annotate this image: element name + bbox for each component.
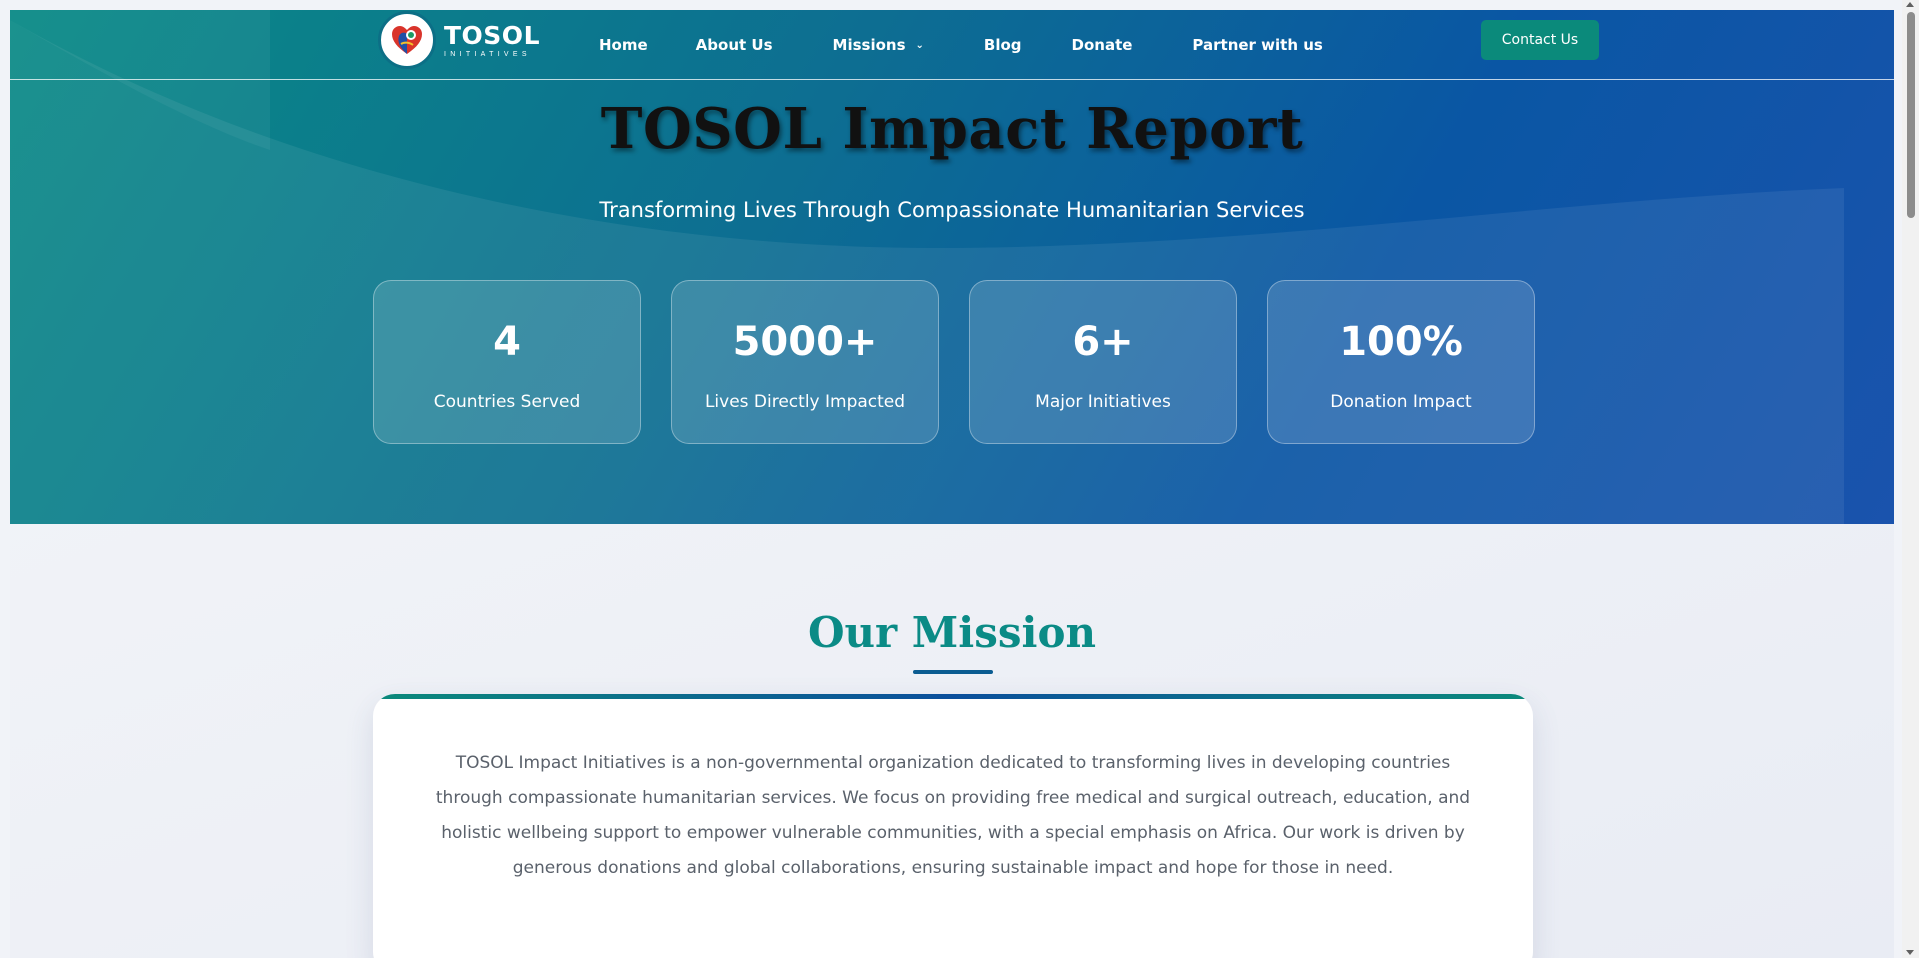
stat-value: 100% <box>1339 319 1463 365</box>
stat-label: Major Initiatives <box>1035 392 1171 412</box>
nav-missions[interactable]: Missions ⌄ <box>833 36 924 54</box>
nav-missions-label: Missions <box>832 36 906 54</box>
hero-decorative-curve <box>10 10 1844 524</box>
nav-partner[interactable]: Partner with us <box>1192 36 1322 54</box>
mission-title-underline <box>913 670 993 674</box>
mission-line: through compassionate humanitarian servi… <box>435 788 1471 808</box>
brand-tagline: INITIATIVES <box>444 50 531 58</box>
top-navigation: TOSOL INITIATIVES Home About Us Missions… <box>10 10 1894 80</box>
nav-about[interactable]: About Us <box>696 36 773 54</box>
mission-text: TOSOL Impact Initiatives is a non-govern… <box>433 746 1473 886</box>
mission-title: Our Mission <box>807 608 1097 657</box>
mission-line: holistic wellbeing support to empower vu… <box>441 823 1465 843</box>
brand-logo[interactable]: TOSOL INITIATIVES <box>378 11 540 69</box>
page: TOSOL INITIATIVES Home About Us Missions… <box>10 10 1894 958</box>
nav-partner-label: Partner with us <box>1192 36 1323 54</box>
heart-globe-icon <box>378 11 436 69</box>
stat-card-lives: 5000+ Lives Directly Impacted <box>671 280 939 444</box>
stat-card-initiatives: 6+ Major Initiatives <box>969 280 1237 444</box>
hero-section: TOSOL INITIATIVES Home About Us Missions… <box>10 10 1894 524</box>
stat-value: 6+ <box>1072 319 1134 365</box>
contact-us-button[interactable]: Contact Us <box>1481 20 1599 60</box>
brand-name: TOSOL <box>444 20 540 50</box>
impact-stats: 4 Countries Served 5000+ Lives Directly … <box>373 280 1535 444</box>
stat-label: Lives Directly Impacted <box>704 392 906 412</box>
hero-subtitle: Transforming Lives Through Compassionate… <box>599 198 1305 222</box>
stat-card-donation: 100% Donation Impact <box>1267 280 1535 444</box>
nav-blog-label: Blog <box>983 36 1022 54</box>
stat-card-countries: 4 Countries Served <box>373 280 641 444</box>
stat-label: Countries Served <box>433 392 581 412</box>
nav-links: Home About Us Missions ⌄ Blog Donate Part… <box>599 10 1323 80</box>
scroll-up-arrow-icon[interactable] <box>1906 2 1914 7</box>
stat-value: 4 <box>493 319 521 365</box>
chevron-down-icon: ⌄ <box>915 39 924 51</box>
mission-line: TOSOL Impact Initiatives is a non-govern… <box>455 753 1451 773</box>
vertical-scrollbar[interactable] <box>1902 0 1919 958</box>
scroll-down-arrow-icon[interactable] <box>1906 950 1914 955</box>
mission-card: TOSOL Impact Initiatives is a non-govern… <box>373 694 1533 958</box>
nav-home[interactable]: Home <box>599 36 648 54</box>
stat-value: 5000+ <box>732 319 878 365</box>
nav-blog[interactable]: Blog <box>984 36 1022 54</box>
nav-donate[interactable]: Donate <box>1072 36 1133 54</box>
stat-label: Donation Impact <box>1330 392 1472 412</box>
scrollbar-thumb[interactable] <box>1907 12 1915 218</box>
nav-donate-label: Donate <box>1071 36 1133 54</box>
mission-line: generous donations and global collaborat… <box>512 858 1394 878</box>
nav-home-label: Home <box>599 36 648 54</box>
nav-about-label: About Us <box>695 36 773 54</box>
hero-title: TOSOL Impact Report <box>600 96 1304 162</box>
